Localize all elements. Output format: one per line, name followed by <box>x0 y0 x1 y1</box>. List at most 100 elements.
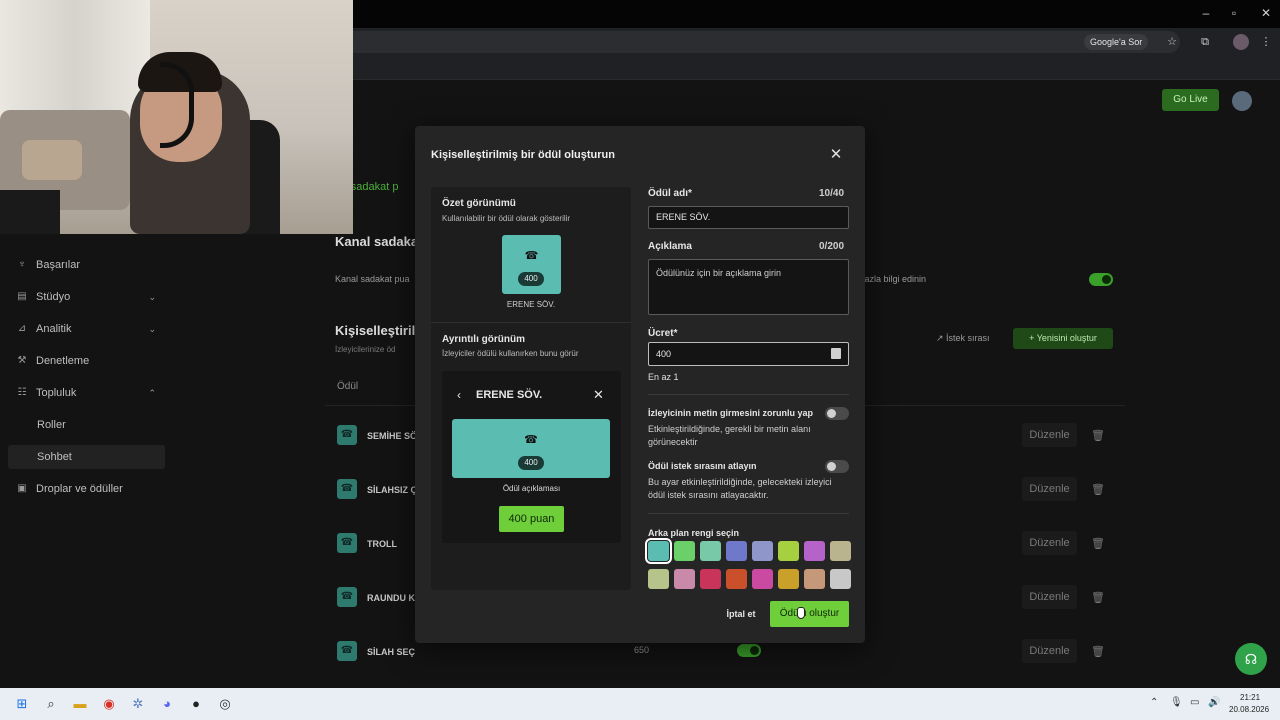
help-button[interactable]: ☊ <box>1235 643 1267 675</box>
create-reward-button[interactable]: Ödülü oluştur <box>770 601 849 627</box>
detail-view-subtitle: İzleyiciler ödülü kullanırken bunu görür <box>442 349 579 358</box>
sidebar-item-community[interactable]: ☷ Topluluk ⌃ <box>16 382 156 404</box>
sidebar-item-achievements[interactable]: ♆ Başarılar <box>16 254 80 276</box>
go-live-button[interactable]: Go Live <box>1162 89 1219 111</box>
sidebar-item-drops[interactable]: ▣ Droplar ve ödüller <box>16 478 123 500</box>
cost-input[interactable]: 400 <box>648 342 849 366</box>
app-icon[interactable]: ✲ <box>128 694 148 714</box>
sidebar-item-label: Başarılar <box>36 259 81 271</box>
volume-icon[interactable]: 🔊 <box>1208 697 1220 708</box>
reward-icon: ☎ <box>337 479 357 499</box>
chevron-up-icon[interactable]: ⌃ <box>1150 697 1158 708</box>
sidebar-item-analytics[interactable]: ⊿ Analitik ⌄ <box>16 318 156 340</box>
headset-icon: ☊ <box>1244 651 1258 667</box>
discord-icon[interactable]: ◕ <box>157 694 177 714</box>
extensions-icon[interactable]: ⧉ <box>1197 34 1213 50</box>
microphone-icon[interactable]: 🎙 <box>1170 697 1183 708</box>
avatar[interactable] <box>1232 91 1252 111</box>
trash-icon[interactable]: 🗑 <box>1091 537 1105 550</box>
reward-name-input[interactable]: ERENE SÖV. <box>648 206 849 229</box>
webcam-pillow <box>22 140 82 180</box>
color-swatch[interactable] <box>674 541 695 561</box>
color-swatch[interactable] <box>752 541 773 561</box>
require-text-description: Etkinleştirildiğinde, gerekli bir metin … <box>648 424 811 447</box>
network-icon[interactable]: ▭ <box>1190 697 1199 708</box>
color-swatch[interactable] <box>700 569 721 589</box>
color-swatch[interactable] <box>726 541 747 561</box>
close-window-icon[interactable]: ✕ <box>1256 6 1276 20</box>
sidebar-item-studio[interactable]: ▤ Stüdyo ⌄ <box>16 286 156 308</box>
stepper-icon[interactable] <box>831 348 841 359</box>
trash-icon[interactable]: 🗑 <box>1091 591 1105 604</box>
sidebar-item-roles[interactable]: Roller <box>37 419 66 431</box>
maximize-icon[interactable]: ▫ <box>1224 6 1244 20</box>
app-icon[interactable]: ● <box>186 694 206 714</box>
reward-enabled-toggle[interactable] <box>737 644 761 657</box>
color-swatch[interactable] <box>804 541 825 561</box>
search-icon[interactable]: ⌕ <box>41 694 61 714</box>
sidebar-item-label: Droplar ve ödüller <box>36 483 123 495</box>
color-swatch[interactable] <box>778 569 799 589</box>
divider <box>431 322 631 323</box>
color-swatch[interactable] <box>645 538 672 564</box>
create-new-button[interactable]: + Yenisini oluştur <box>1013 328 1113 349</box>
skip-queue-toggle[interactable] <box>825 460 849 473</box>
color-swatch[interactable] <box>778 541 799 561</box>
background-color-label: Arka plan rengi seçin <box>648 528 740 538</box>
start-icon[interactable]: ⊞ <box>12 694 32 714</box>
sidebar-item-moderation[interactable]: ⚒ Denetleme <box>16 350 90 372</box>
google-ask-chip[interactable]: Google'a Sor <box>1084 34 1149 50</box>
phone-icon: ☎ <box>524 250 539 262</box>
edit-button[interactable]: Düzenle <box>1022 639 1077 663</box>
reward-icon: ☎ <box>337 533 357 553</box>
color-swatch[interactable] <box>830 541 851 561</box>
mouse-cursor <box>797 607 805 619</box>
section-title: Kanal sadakat <box>335 234 423 249</box>
obs-icon[interactable]: ◎ <box>215 694 235 714</box>
sidebar-item-chat[interactable]: Sohbet <box>37 451 72 463</box>
edit-button[interactable]: Düzenle <box>1022 423 1077 447</box>
request-queue-link[interactable]: ↗ İstek sırası <box>936 333 990 344</box>
cancel-button[interactable]: İptal et <box>719 603 763 625</box>
edit-button[interactable]: Düzenle <box>1022 477 1077 501</box>
detail-view-title: Ayrıntılı görünüm <box>442 334 525 345</box>
chrome-icon[interactable]: ◉ <box>99 694 119 714</box>
summary-view-subtitle: Kullanılabilir bir ödül olarak gösterili… <box>442 214 571 223</box>
divider <box>648 513 849 514</box>
trash-icon[interactable]: 🗑 <box>1091 483 1105 496</box>
sidebar-item-label: Denetleme <box>36 355 90 367</box>
more-menu-icon[interactable]: ⋮ <box>1258 34 1274 50</box>
color-swatch[interactable] <box>804 569 825 589</box>
color-swatch[interactable] <box>726 569 747 589</box>
description-textarea[interactable]: Ödülünüz için bir açıklama girin <box>648 259 849 315</box>
clock-date[interactable]: 20.08.2026 <box>1229 705 1269 714</box>
color-swatch[interactable] <box>674 569 695 589</box>
reward-name-label: Ödül adı* <box>648 188 692 199</box>
chevron-up-icon: ⌃ <box>148 388 156 398</box>
color-swatch[interactable] <box>830 569 851 589</box>
color-swatch[interactable] <box>648 569 669 589</box>
edit-button[interactable]: Düzenle <box>1022 531 1077 555</box>
chevron-down-icon: ⌄ <box>148 292 156 302</box>
minimize-icon[interactable]: – <box>1196 6 1216 20</box>
trash-icon[interactable]: 🗑 <box>1091 645 1105 658</box>
bookmark-star-icon[interactable]: ☆ <box>1164 34 1180 50</box>
profile-icon[interactable] <box>1233 34 1249 50</box>
table-row: SEMİHE SÖ <box>367 431 418 441</box>
require-text-toggle[interactable] <box>825 407 849 420</box>
color-swatch[interactable] <box>752 569 773 589</box>
close-icon[interactable]: ✕ <box>828 147 844 163</box>
table-row: TROLL <box>367 539 397 549</box>
skip-queue-title: Ödül istek sırasını atlayın <box>648 461 757 471</box>
loyalty-toggle[interactable] <box>1089 273 1113 286</box>
color-swatch[interactable] <box>700 541 721 561</box>
analytics-icon: ⊿ <box>17 323 27 334</box>
learn-more-link[interactable]: fazla bilgi edinin <box>862 274 926 284</box>
reward-icon: ☎ <box>337 587 357 607</box>
trash-icon[interactable]: 🗑 <box>1091 429 1105 442</box>
clock-time[interactable]: 21:21 <box>1240 693 1260 702</box>
folder-icon[interactable]: ▬ <box>70 694 90 714</box>
edit-button[interactable]: Düzenle <box>1022 585 1077 609</box>
section-description: Kanal sadakat pua <box>335 274 410 284</box>
require-text-title: İzleyicinin metin girmesini zorunlu yap <box>648 408 814 418</box>
